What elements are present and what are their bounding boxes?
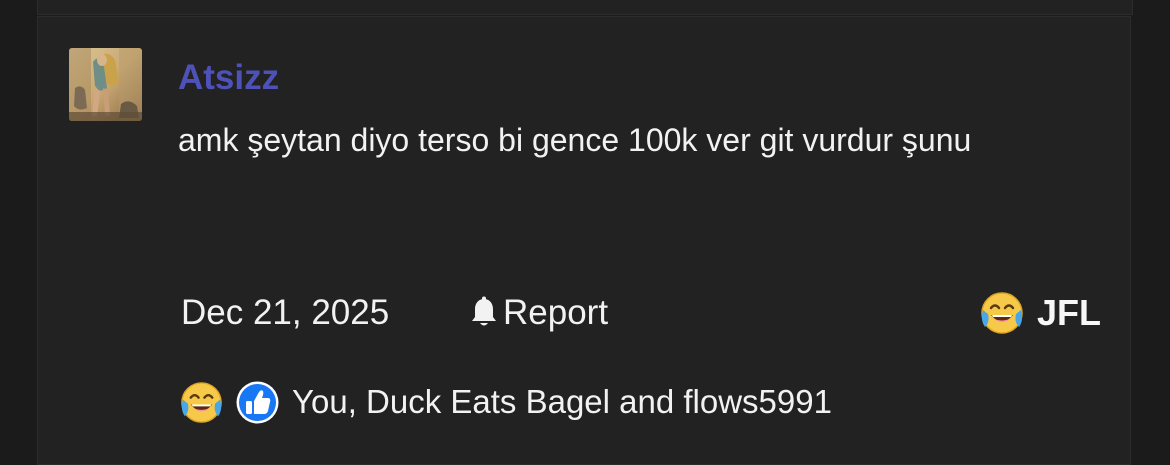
post-meta: Dec 21, 2025 Report JFL <box>181 291 1101 335</box>
report-label: Report <box>503 293 609 332</box>
reaction-summary[interactable]: You, Duck Eats Bagel and flows5991 <box>179 380 832 424</box>
joy-emoji <box>979 290 1025 336</box>
thumbs-up-icon <box>235 380 280 425</box>
reaction-label: JFL <box>1036 292 1101 333</box>
reacted-by-names: You, Duck Eats Bagel and flows5991 <box>292 383 832 420</box>
post-message: amk şeytan diyo terso bi gence 100k ver … <box>178 122 972 158</box>
reaction-button[interactable]: JFL <box>979 291 1101 335</box>
joy-emoji <box>179 380 224 425</box>
previous-post-edge <box>37 0 1133 15</box>
forum-post: Atsizz amk şeytan diyo terso bi gence 10… <box>37 16 1131 465</box>
bell-icon <box>468 296 500 330</box>
post-author[interactable]: Atsizz <box>178 58 279 98</box>
avatar-image <box>69 48 142 121</box>
report-button[interactable]: Report <box>468 291 608 335</box>
avatar[interactable] <box>69 48 142 121</box>
post-date[interactable]: Dec 21, 2025 <box>181 291 389 335</box>
